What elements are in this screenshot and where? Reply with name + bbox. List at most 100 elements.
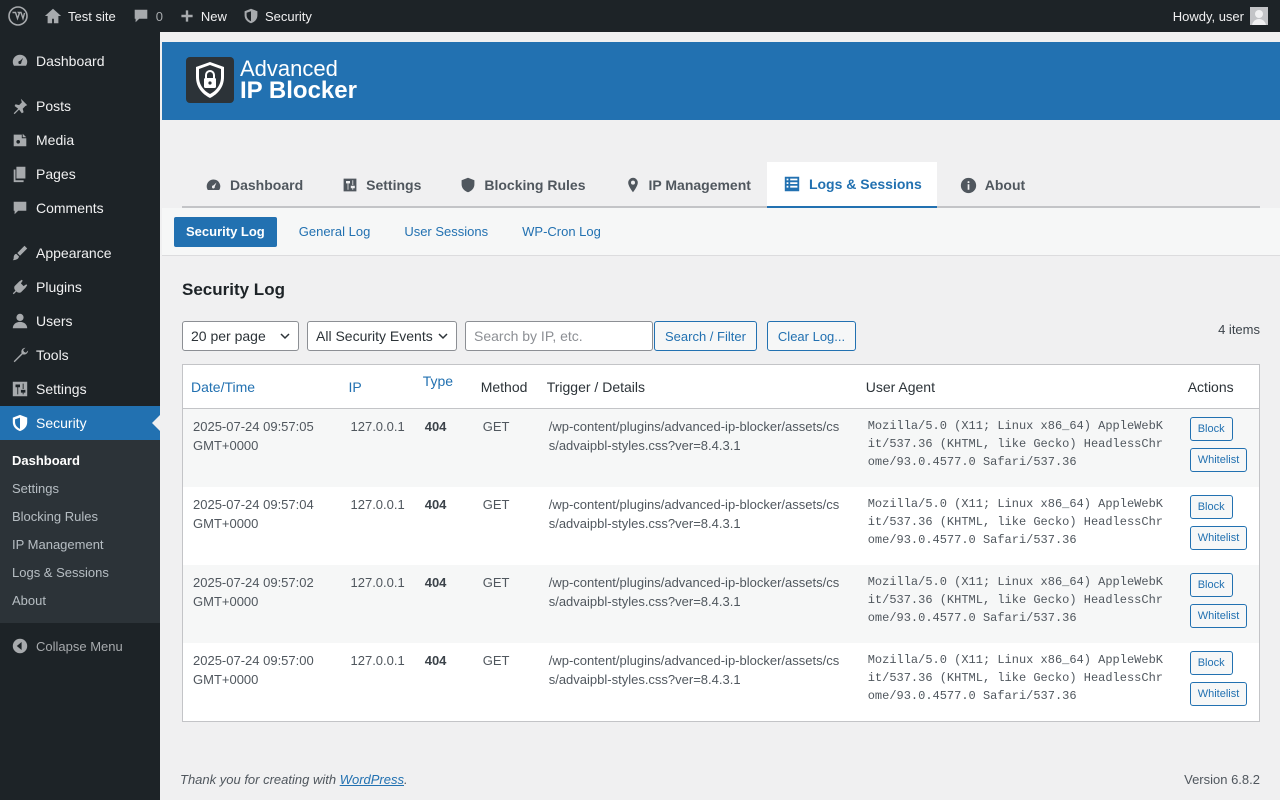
cell-ip: 127.0.0.1 (340, 565, 415, 643)
subtab-wp-cron-log[interactable]: WP-Cron Log (510, 217, 613, 247)
location-pin-icon (627, 177, 638, 193)
cell-trigger: /wp-content/plugins/advanced-ip-blocker/… (548, 497, 840, 531)
submenu-item-about[interactable]: About (0, 587, 160, 615)
footer-thanks-suffix: . (404, 772, 408, 787)
site-name-link[interactable]: Test site (36, 0, 124, 32)
tab-ip-management[interactable]: IP Management (602, 162, 767, 208)
subtab-user-sessions[interactable]: User Sessions (392, 217, 500, 247)
cell-type: 404 (414, 565, 473, 643)
submenu-item-blocking-rules[interactable]: Blocking Rules (0, 503, 160, 531)
whitelist-button[interactable]: Whitelist (1189, 526, 1248, 550)
sidebar-item-label: Tools (36, 347, 69, 363)
tab-about[interactable]: About (937, 162, 1041, 208)
collapse-icon (10, 636, 30, 656)
event-type-select[interactable]: All Security Events (307, 321, 457, 351)
tab-blocking-rules[interactable]: Blocking Rules (437, 162, 601, 208)
tab-settings[interactable]: Settings (319, 162, 437, 208)
plugin-banner: Advanced IP Blocker (162, 42, 1280, 120)
log-subtabs: Security Log General Log User Sessions W… (162, 208, 1280, 256)
sidebar-item-dashboard[interactable]: Dashboard (0, 44, 160, 78)
block-button[interactable]: Block (1189, 495, 1233, 519)
cell-date: 2025-07-24 09:57:04 GMT+0000 (193, 497, 314, 531)
security-link[interactable]: Security (235, 0, 320, 32)
wordpress-link[interactable]: WordPress (340, 772, 404, 787)
sidebar-item-media[interactable]: Media (0, 123, 160, 157)
my-account[interactable]: Howdy, user (1173, 7, 1280, 25)
block-button[interactable]: Block (1189, 651, 1233, 675)
submenu-item-logs-sessions[interactable]: Logs & Sessions (0, 559, 160, 587)
column-type[interactable]: Type (414, 364, 473, 409)
sidebar-item-comments[interactable]: Comments (0, 191, 160, 225)
tab-dashboard[interactable]: Dashboard (182, 162, 319, 208)
tab-label: About (984, 177, 1026, 193)
sidebar-item-pages[interactable]: Pages (0, 157, 160, 191)
search-input[interactable] (465, 321, 653, 351)
subtab-security-log[interactable]: Security Log (174, 216, 277, 247)
sidebar-item-tools[interactable]: Tools (0, 338, 160, 372)
sidebar-item-settings[interactable]: Settings (0, 372, 160, 406)
admin-sidebar: Dashboard Posts Media Pages Comments App… (0, 32, 160, 800)
cell-date: 2025-07-24 09:57:00 GMT+0000 (193, 653, 314, 687)
submenu-item-dashboard[interactable]: Dashboard (0, 447, 160, 475)
sidebar-item-users[interactable]: Users (0, 304, 160, 338)
per-page-value: 20 per page (191, 328, 266, 344)
block-button[interactable]: Block (1189, 417, 1233, 441)
sidebar-item-label: Comments (36, 200, 104, 216)
submenu-item-ip-management[interactable]: IP Management (0, 531, 160, 559)
cell-ip: 127.0.0.1 (350, 497, 405, 512)
clear-log-button[interactable]: Clear Log... (766, 321, 857, 351)
submenu-item-settings[interactable]: Settings (0, 475, 160, 503)
filter-bar: 20 per page All Security Events Search /… (182, 321, 864, 351)
whitelist-button[interactable]: Whitelist (1189, 682, 1248, 706)
table-header-row: Date/Time IP Type Method Trigger / Detai… (182, 364, 1260, 409)
cell-method: GET (472, 408, 539, 487)
user-icon (10, 311, 30, 331)
pages-icon (10, 164, 30, 184)
sidebar-item-posts[interactable]: Posts (0, 89, 160, 123)
tab-label: Blocking Rules (484, 177, 586, 193)
cell-type: 404 (414, 408, 473, 487)
table-row: 2025-07-24 09:57:02 GMT+0000 127.0.0.1 4… (182, 565, 1260, 643)
brand-line-2: IP Blocker (240, 77, 357, 104)
info-icon (960, 177, 976, 193)
settings-icon (343, 178, 357, 192)
column-ip[interactable]: IP (340, 364, 415, 409)
cell-type: 404 (424, 497, 447, 512)
sidebar-item-label: Media (36, 132, 75, 148)
plus-icon (181, 10, 193, 22)
comment-icon (10, 198, 30, 218)
cell-actions: Block Whitelist (1179, 408, 1260, 487)
column-date-time[interactable]: Date/Time (182, 364, 341, 409)
subtab-general-log[interactable]: General Log (287, 217, 383, 247)
cell-method: GET (482, 497, 510, 512)
tab-logs-sessions[interactable]: Logs & Sessions (766, 162, 937, 208)
tab-label: IP Management (648, 177, 751, 193)
comments-link[interactable]: 0 (124, 0, 171, 32)
sidebar-item-plugins[interactable]: Plugins (0, 270, 160, 304)
wordpress-logo-icon[interactable] (0, 0, 36, 32)
whitelist-button[interactable]: Whitelist (1189, 604, 1248, 628)
sidebar-item-label: Posts (36, 98, 72, 114)
collapse-menu-button[interactable]: Collapse Menu (0, 629, 160, 663)
cell-method: GET (472, 565, 539, 643)
table-row: 2025-07-24 09:57:04 GMT+0000 127.0.0.1 4… (183, 487, 1260, 565)
whitelist-button[interactable]: Whitelist (1189, 448, 1248, 472)
chevron-down-icon (438, 333, 448, 340)
items-count: 4 items (1218, 322, 1260, 337)
new-content-link[interactable]: New (171, 0, 235, 32)
collapse-label: Collapse Menu (36, 638, 123, 654)
sidebar-item-label: Appearance (36, 245, 112, 261)
sidebar-item-appearance[interactable]: Appearance (0, 236, 160, 270)
search-filter-button[interactable]: Search / Filter (654, 321, 757, 351)
cell-date: 2025-07-24 09:57:05 GMT+0000 (182, 408, 341, 487)
cell-actions: Block Whitelist (1180, 487, 1260, 565)
block-button[interactable]: Block (1189, 573, 1233, 597)
site-name: Test site (68, 8, 116, 24)
tab-label: Dashboard (230, 177, 304, 193)
security-label: Security (264, 8, 312, 24)
cell-method: GET (482, 653, 510, 668)
sidebar-item-security[interactable]: Security (0, 406, 160, 440)
per-page-select[interactable]: 20 per page (182, 321, 299, 351)
cell-trigger: /wp-content/plugins/advanced-ip-blocker/… (538, 408, 858, 487)
cell-actions: Block Whitelist (1180, 643, 1260, 722)
